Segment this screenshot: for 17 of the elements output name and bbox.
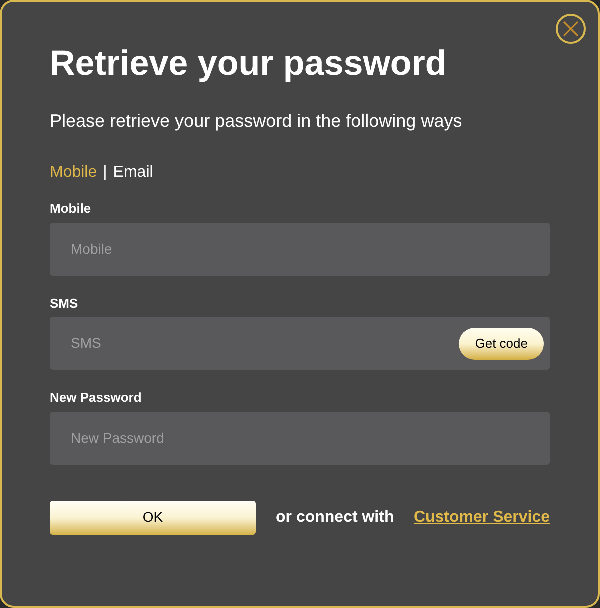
connect-text: or connect with: [276, 508, 394, 528]
tab-separator: |: [103, 163, 108, 183]
customer-service-link[interactable]: Customer Service: [414, 506, 550, 530]
field-label: SMS: [50, 294, 80, 312]
close-icon: [563, 21, 579, 37]
field-label: Mobile: [50, 200, 92, 218]
tab[interactable]: Mobile: [50, 161, 98, 185]
tab[interactable]: Email: [113, 161, 154, 185]
input-field[interactable]: SMS Get code: [50, 317, 550, 370]
get-code-button[interactable]: Get code: [459, 328, 544, 360]
ok-button[interactable]: OK: [50, 500, 256, 534]
close-button[interactable]: [556, 14, 586, 44]
field-label: New Password: [50, 389, 143, 407]
subtitle: Please retrieve your password in the following ways: [50, 110, 464, 133]
input-field[interactable]: New Password: [50, 412, 550, 464]
dialog-title: Retrieve your password: [50, 43, 448, 85]
input-field[interactable]: Mobile: [50, 222, 550, 276]
